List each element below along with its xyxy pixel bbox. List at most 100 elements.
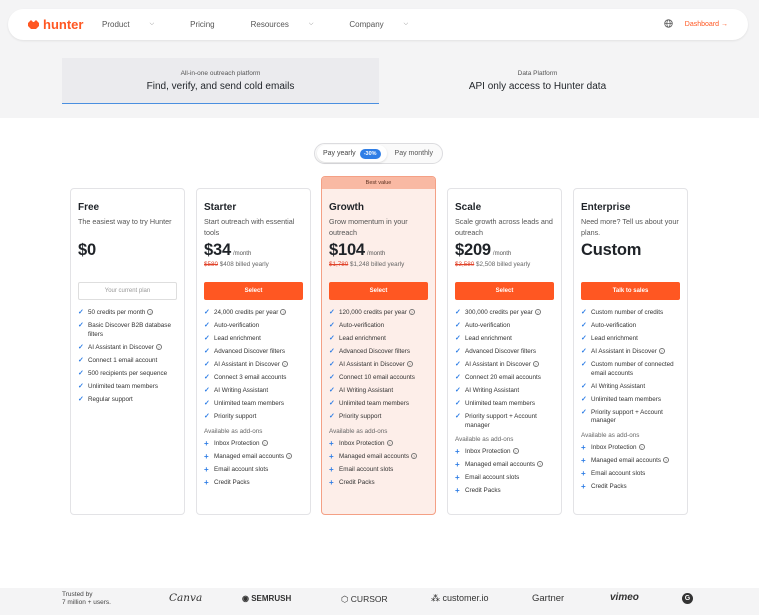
check-icon: ✓	[329, 335, 335, 342]
menu-item-resources[interactable]: Resources ⌵	[251, 20, 332, 29]
plan-card-starter: Starter Start outreach with essential too…	[196, 188, 311, 515]
feature-item: ✓ Unlimited team members	[78, 383, 177, 392]
check-icon: ✓	[204, 374, 210, 381]
feature-text: Unlimited team members	[88, 382, 158, 390]
info-icon[interactable]: ?	[406, 361, 413, 367]
tab-outreach-platform[interactable]: All-in-one outreach platform Find, verif…	[62, 58, 379, 104]
info-icon[interactable]: ?	[386, 439, 393, 446]
addons-heading: Available as add-ons	[329, 427, 388, 435]
pay-yearly-option[interactable]: Pay yearly -30%	[317, 145, 387, 162]
billed-yearly	[581, 261, 680, 272]
check-icon: ✓	[204, 387, 210, 394]
feature-item: ✓ AI Assistant in Discover?	[78, 343, 177, 353]
cursor-icon: ⬡	[341, 594, 349, 604]
info-icon[interactable]: ?	[638, 443, 645, 450]
price-amount: $209	[455, 241, 491, 259]
info-icon[interactable]: ?	[663, 456, 670, 463]
select-plan-button[interactable]: Talk to sales	[581, 282, 680, 300]
plus-icon: +	[581, 455, 586, 465]
feature-text: Priority support	[214, 413, 257, 420]
plan-name: Starter	[204, 202, 237, 213]
tab-data-platform[interactable]: Data Platform API only access to Hunter …	[379, 58, 696, 104]
feature-item: ✓ Auto-verification	[329, 322, 428, 331]
billing-toggle[interactable]: Pay yearly -30% Pay monthly	[314, 143, 443, 164]
feature-item: ✓ AI Writing Assistant	[581, 383, 680, 392]
info-icon[interactable]: ?	[147, 309, 154, 315]
plan-name: Growth	[329, 202, 364, 213]
addon-text: Inbox Protection	[591, 443, 637, 451]
feature-text: Connect 3 email accounts	[214, 374, 287, 381]
addon-item: + Credit Packs	[581, 481, 680, 492]
billed-yearly: $1,780 $1,248 billed yearly	[329, 261, 428, 272]
globe-icon[interactable]	[664, 19, 673, 30]
feature-text: 50 credits per month	[88, 309, 146, 316]
addon-text: Credit Packs	[214, 478, 250, 486]
feature-text: AI Assistant in Discover	[214, 361, 280, 368]
plus-icon: +	[455, 460, 460, 469]
addon-list: + Inbox Protection? + Managed email account…	[581, 443, 680, 492]
info-icon[interactable]: ?	[408, 309, 415, 315]
price-amount: Custom	[581, 241, 642, 259]
plus-icon: +	[204, 438, 209, 448]
plan-name: Scale	[455, 202, 482, 213]
feature-text: Lead enrichment	[591, 335, 638, 342]
addon-item: + Inbox Protection?	[204, 438, 303, 449]
menu-label: Pricing	[190, 20, 215, 29]
dashboard-link[interactable]: Dashboard →	[685, 21, 728, 28]
info-icon[interactable]: ?	[512, 448, 519, 454]
check-icon: ✓	[204, 335, 210, 342]
info-icon[interactable]: ?	[286, 452, 293, 459]
check-icon: ✓	[329, 322, 335, 329]
plus-icon: +	[581, 481, 586, 491]
info-icon[interactable]: ?	[281, 361, 288, 367]
menu-item-company[interactable]: Company ⌵	[349, 20, 426, 29]
feature-item: ✓ AI Assistant in Discover?	[204, 361, 303, 370]
feature-text: Advanced Discover filters	[339, 348, 411, 355]
menu-item-pricing[interactable]: Pricing	[190, 20, 232, 29]
plus-icon: +	[204, 477, 209, 487]
feature-item: ✓ AI Writing Assistant	[455, 387, 554, 396]
feature-item: ✓ AI Assistant in Discover?	[329, 361, 428, 370]
info-icon[interactable]: ?	[411, 452, 418, 459]
pay-monthly-option[interactable]: Pay monthly	[387, 145, 440, 162]
addons-heading: Available as add-ons	[455, 436, 514, 443]
old-price: $580	[204, 261, 219, 268]
product-tabs: All-in-one outreach platform Find, verif…	[62, 58, 696, 104]
info-icon[interactable]: ?	[532, 361, 539, 367]
addon-item: + Email account slots	[581, 469, 680, 479]
feature-text: Priority support + Account manager	[465, 413, 537, 429]
feature-text: Auto-verification	[339, 322, 385, 329]
check-icon: ✓	[581, 361, 587, 368]
feature-item: ✓ 24,000 credits per year?	[204, 309, 303, 318]
billed-text: $1,248 billed yearly	[350, 261, 405, 268]
menu-label: Company	[349, 20, 384, 29]
info-icon[interactable]: ?	[261, 439, 268, 446]
trusted-line2: 7 million + users.	[62, 599, 111, 606]
addon-text: Managed email accounts	[465, 461, 536, 468]
addon-item: + Email account slots	[329, 465, 428, 475]
plan-name: Enterprise	[581, 202, 631, 213]
info-icon[interactable]: ?	[658, 348, 665, 354]
plus-icon: +	[329, 451, 334, 461]
plan-description: Grow momentum in your outreach	[329, 217, 408, 237]
brand-logo[interactable]: hunter	[28, 17, 102, 32]
feature-text: Connect 10 email accounts	[339, 374, 415, 381]
info-icon[interactable]: ?	[280, 309, 287, 315]
plus-icon: +	[455, 486, 460, 495]
info-icon[interactable]: ?	[534, 309, 541, 315]
billed-text: $408 billed yearly	[219, 261, 269, 268]
menu-label: Resources	[250, 20, 289, 29]
feature-item: ✓ Advanced Discover filters	[455, 348, 554, 357]
plan-card-growth: Best value Growth Grow momentum in your ou…	[321, 176, 436, 515]
select-plan-button[interactable]: Select	[204, 282, 303, 300]
select-plan-button[interactable]: Select	[329, 282, 428, 300]
info-icon[interactable]: ?	[537, 461, 544, 467]
cursor-text: CURSOR	[350, 594, 388, 604]
addon-item: + Managed email accounts?	[329, 451, 428, 462]
check-icon: ✓	[329, 309, 335, 316]
plus-icon: +	[455, 447, 460, 456]
menu-item-product[interactable]: Product ⌵	[102, 20, 172, 29]
select-plan-button[interactable]: Select	[455, 282, 554, 300]
info-icon[interactable]: ?	[155, 343, 162, 350]
feature-text: Unlimited team members	[214, 400, 284, 407]
